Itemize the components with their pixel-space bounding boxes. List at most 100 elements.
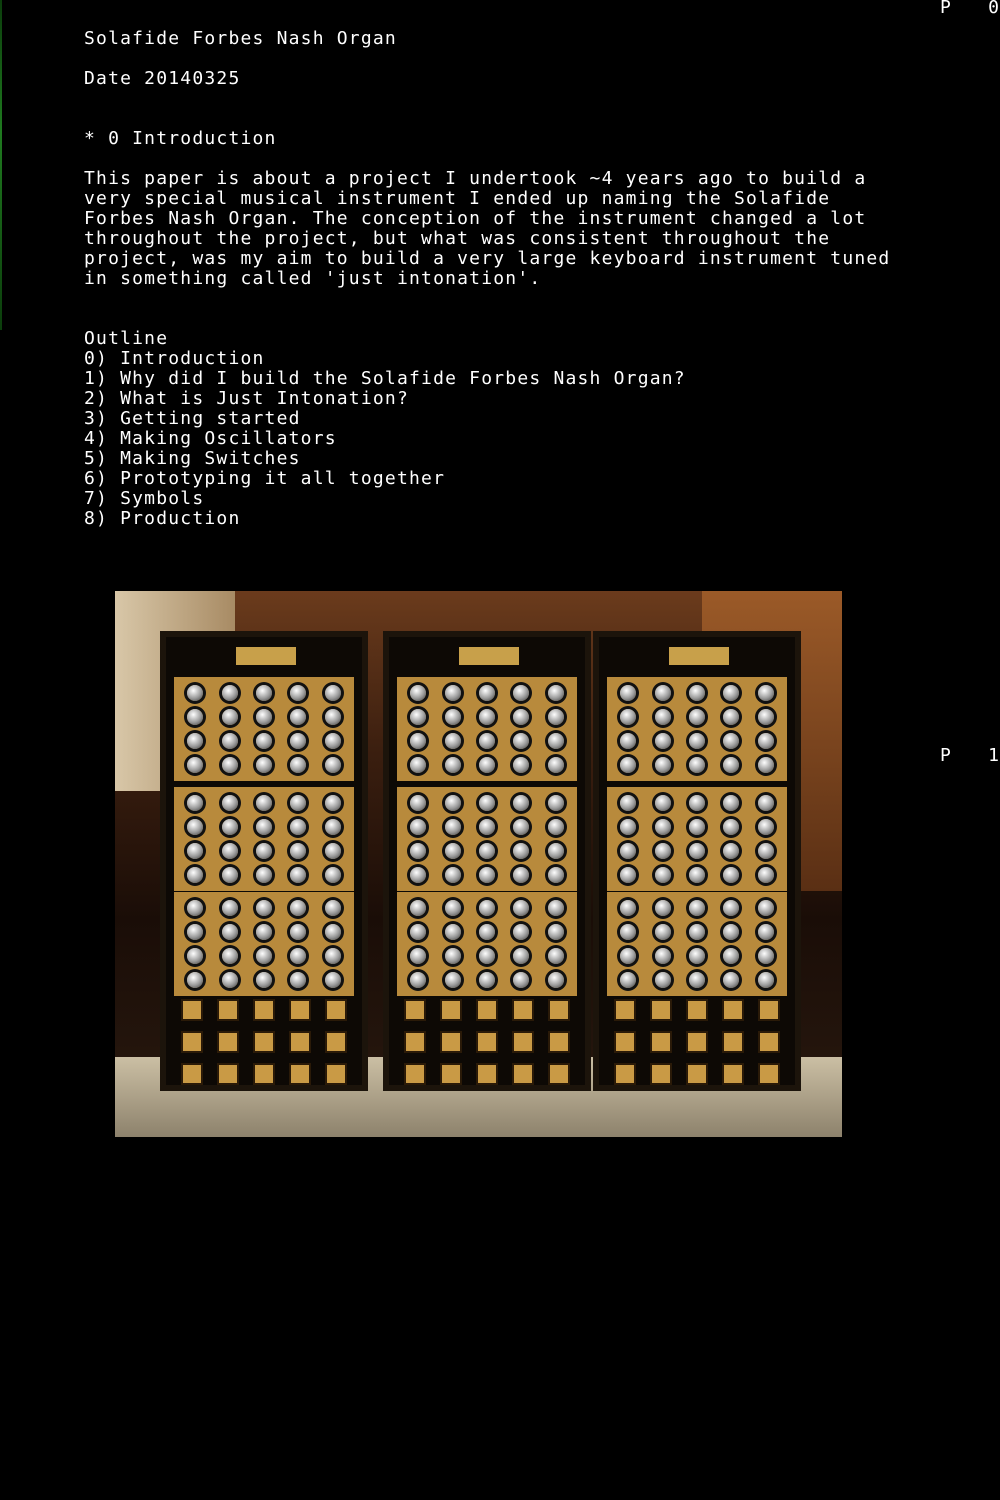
knob-icon [620, 795, 637, 811]
symbol-key-icon [686, 999, 708, 1021]
outline-item: 5) Making Switches [84, 448, 301, 469]
knob-icon [547, 733, 564, 749]
knob-icon [410, 795, 427, 811]
knob-icon [221, 972, 238, 988]
knob-icon [547, 972, 564, 988]
knob-icon [290, 757, 307, 773]
knob-icon [723, 972, 740, 988]
knob-icon [255, 948, 272, 964]
knob-icon [478, 867, 495, 883]
symbol-row [397, 999, 577, 1025]
outline-item: 0) Introduction [84, 348, 265, 369]
knob-icon [410, 819, 427, 835]
symbol-row [397, 1031, 577, 1057]
knob-icon [255, 819, 272, 835]
knob-icon [688, 924, 705, 940]
knob-icon [410, 867, 427, 883]
symbol-key-icon [217, 1031, 239, 1053]
knob-icon [444, 924, 461, 940]
knob-icon [513, 924, 530, 940]
symbol-key-icon [650, 999, 672, 1021]
knob-icon [513, 843, 530, 859]
knob-icon [187, 709, 204, 725]
symbol-row [397, 1063, 577, 1089]
knob-icon [290, 709, 307, 725]
knob-icon [513, 819, 530, 835]
knob-icon [410, 757, 427, 773]
knob-icon [513, 757, 530, 773]
symbol-key-icon [758, 1031, 780, 1053]
symbol-key-icon [548, 999, 570, 1021]
knob-icon [654, 900, 671, 916]
knob-icon [187, 733, 204, 749]
panel-logo [669, 647, 729, 665]
knob-icon [723, 733, 740, 749]
knob-icon [221, 685, 238, 701]
knob-icon [255, 972, 272, 988]
knob-icon [723, 843, 740, 859]
knob-icon [478, 819, 495, 835]
knob-icon [444, 972, 461, 988]
knob-icon [187, 685, 204, 701]
knob-icon [620, 733, 637, 749]
symbol-row [174, 1063, 354, 1089]
knob-icon [547, 900, 564, 916]
knob-icon [290, 819, 307, 835]
symbol-row [174, 1031, 354, 1057]
symbol-row [174, 999, 354, 1025]
knob-icon [324, 924, 341, 940]
knob-icon [410, 733, 427, 749]
knob-icon [547, 757, 564, 773]
knob-icon [757, 843, 774, 859]
knob-icon [547, 867, 564, 883]
knob-icon [620, 900, 637, 916]
knob-icon [654, 685, 671, 701]
knob-icon [255, 733, 272, 749]
symbol-key-icon [548, 1063, 570, 1085]
knob-icon [187, 924, 204, 940]
panel-logo [236, 647, 296, 665]
knob-icon [290, 685, 307, 701]
intro-line: This paper is about a project I undertoo… [84, 168, 867, 189]
knob-icon [255, 900, 272, 916]
knob-icon [547, 709, 564, 725]
symbol-key-icon [440, 1063, 462, 1085]
knob-icon [620, 924, 637, 940]
knob-icon [255, 757, 272, 773]
knob-icon [757, 867, 774, 883]
knob-icon [654, 819, 671, 835]
outline-item: 6) Prototyping it all together [84, 468, 446, 489]
outline-item: 3) Getting started [84, 408, 301, 429]
intro-line: project, was my aim to build a very larg… [84, 248, 891, 269]
knob-icon [187, 819, 204, 835]
knob-icon [654, 972, 671, 988]
knob-icon [444, 685, 461, 701]
outline-heading: Outline [84, 328, 169, 349]
symbol-key-icon [650, 1063, 672, 1085]
knob-icon [478, 843, 495, 859]
knob-icon [688, 709, 705, 725]
knob-icon [444, 733, 461, 749]
knob-icon [620, 757, 637, 773]
symbol-key-icon [476, 1031, 498, 1053]
outline-item: 4) Making Oscillators [84, 428, 337, 449]
knob-icon [757, 900, 774, 916]
knob-icon [255, 685, 272, 701]
knob-icon [654, 924, 671, 940]
knob-icon [478, 948, 495, 964]
knob-icon [723, 867, 740, 883]
symbol-key-icon [289, 999, 311, 1021]
knob-icon [723, 709, 740, 725]
knob-icon [478, 972, 495, 988]
document-body: Solafide Forbes Nash Organ Date 20140325… [84, 29, 964, 529]
symbol-key-icon [181, 1063, 203, 1085]
knob-icon [324, 709, 341, 725]
knob-icon [654, 795, 671, 811]
outline-item: 1) Why did I build the Solafide Forbes N… [84, 368, 686, 389]
knob-icon [290, 795, 307, 811]
knob-icon [654, 867, 671, 883]
knob-icon [255, 795, 272, 811]
knob-icon [221, 900, 238, 916]
outline-item: 7) Symbols [84, 488, 205, 509]
knob-icon [290, 867, 307, 883]
